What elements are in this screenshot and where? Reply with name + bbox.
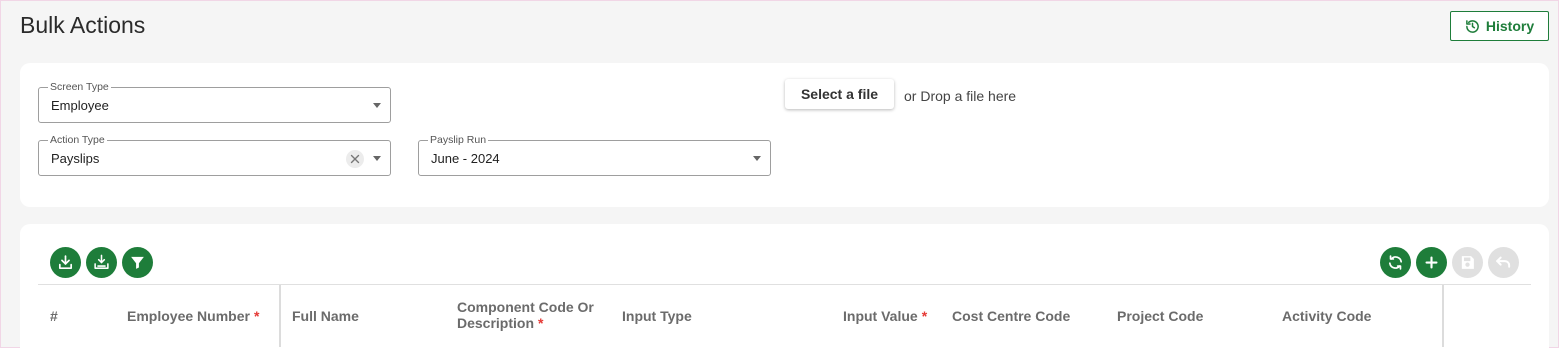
table-header: # Employee Number * Full Name Component C…	[38, 284, 1531, 347]
column-header-number[interactable]: #	[50, 308, 58, 324]
action-type-value: Payslips	[51, 151, 100, 166]
refresh-icon	[1388, 255, 1403, 270]
history-label: History	[1485, 18, 1535, 34]
column-header-activity-code[interactable]: Activity Code	[1282, 308, 1371, 324]
add-icon	[1425, 256, 1438, 269]
screen-type-select[interactable]: Screen Type Employee	[38, 81, 391, 123]
column-label-line2: Description	[457, 315, 535, 331]
column-label: Input Type	[622, 308, 692, 324]
column-header-input-type[interactable]: Input Type	[622, 308, 692, 324]
download-icon	[58, 255, 73, 270]
column-label: #	[50, 308, 58, 324]
column-header-project-code[interactable]: Project Code	[1117, 308, 1203, 324]
chevron-down-icon[interactable]	[373, 103, 381, 108]
save-button[interactable]	[1452, 247, 1483, 278]
column-divider[interactable]	[279, 285, 281, 347]
column-label: Employee Number	[127, 308, 250, 324]
refresh-button[interactable]	[1380, 247, 1411, 278]
chevron-down-icon[interactable]	[753, 156, 761, 161]
history-icon	[1466, 19, 1479, 33]
download-template-button[interactable]	[86, 247, 117, 278]
add-row-button[interactable]	[1416, 247, 1447, 278]
required-marker: *	[921, 308, 928, 324]
column-header-cost-centre-code[interactable]: Cost Centre Code	[952, 308, 1070, 324]
payslip-run-label: Payslip Run	[428, 134, 489, 146]
history-button[interactable]: History	[1450, 11, 1549, 41]
save-icon	[1461, 256, 1474, 269]
action-type-select[interactable]: Action Type Payslips	[38, 134, 391, 176]
column-label: Cost Centre Code	[952, 308, 1071, 324]
filter-icon	[131, 256, 144, 269]
download-template-icon	[94, 254, 109, 269]
chevron-down-icon[interactable]	[373, 156, 381, 161]
select-file-button[interactable]: Select a file	[785, 79, 894, 109]
required-marker: *	[538, 315, 544, 331]
column-label: Component Code Or	[457, 299, 594, 315]
filter-button[interactable]	[122, 247, 153, 278]
column-header-input-value[interactable]: Input Value *	[843, 308, 927, 324]
column-label: Input Value	[843, 308, 918, 324]
column-header-component-code[interactable]: Component Code Or Description *	[457, 299, 594, 331]
column-label: Project Code	[1117, 308, 1204, 324]
column-header-full-name[interactable]: Full Name	[292, 308, 359, 324]
data-grid-panel: # Employee Number * Full Name Component C…	[20, 224, 1549, 348]
undo-button[interactable]	[1488, 247, 1519, 278]
payslip-run-value: June - 2024	[431, 151, 500, 166]
column-label: Full Name	[292, 308, 359, 324]
screen-type-value: Employee	[51, 98, 109, 113]
clear-icon[interactable]	[346, 150, 364, 168]
column-label: Activity Code	[1282, 308, 1372, 324]
download-button[interactable]	[50, 247, 81, 278]
page-title: Bulk Actions	[20, 12, 146, 38]
screen-type-label: Screen Type	[48, 81, 111, 93]
column-divider[interactable]	[1442, 285, 1444, 347]
drop-zone-text[interactable]: or Drop a file here	[904, 88, 1016, 104]
payslip-run-select[interactable]: Payslip Run June - 2024	[418, 134, 771, 176]
required-marker: *	[253, 308, 260, 324]
action-type-label: Action Type	[48, 134, 107, 146]
column-header-employee-number[interactable]: Employee Number *	[127, 308, 259, 324]
undo-icon	[1496, 256, 1511, 268]
